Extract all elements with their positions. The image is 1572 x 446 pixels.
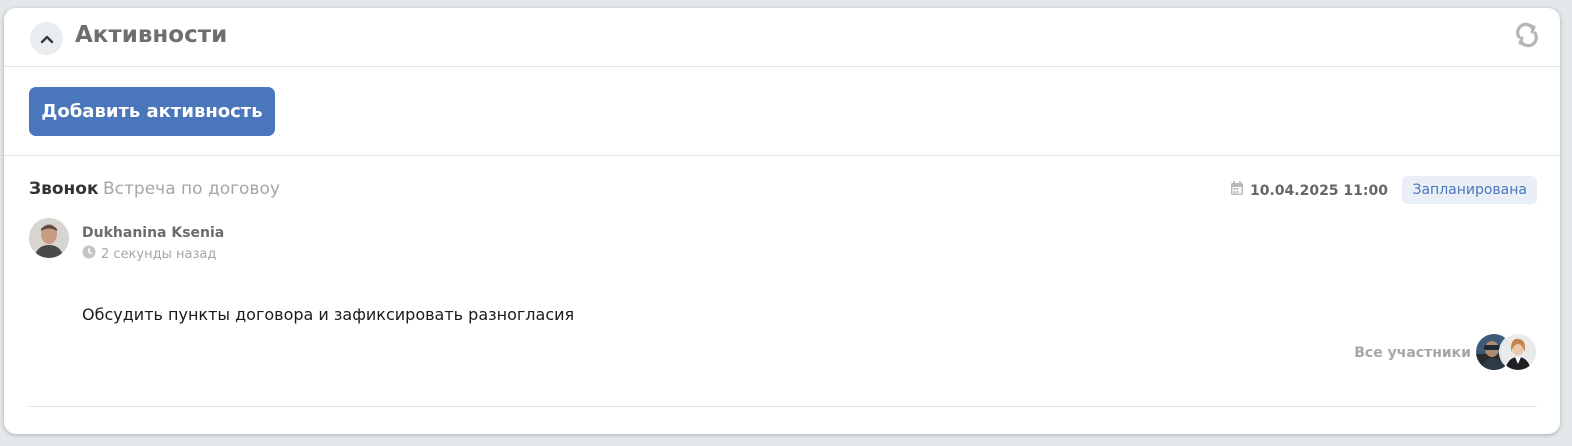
activity-item: Звонок Встреча по договоу 10.04.2025 11:…	[4, 156, 1560, 434]
activity-subject: Встреча по договоу	[103, 179, 280, 199]
activity-type: Звонок	[29, 179, 99, 199]
author-time-text: 2 секунды назад	[101, 247, 217, 262]
all-participants-link[interactable]: Все участники	[1354, 343, 1471, 363]
panel-toolbar: Добавить активность	[4, 67, 1560, 156]
refresh-button[interactable]	[1512, 22, 1542, 52]
panel-title: Активности	[75, 22, 228, 48]
author-time: 2 секунды назад	[82, 245, 216, 265]
participant-avatar[interactable]	[1499, 333, 1537, 371]
author-name[interactable]: Dukhanina Ksenia	[82, 224, 224, 242]
activity-date: 10.04.2025 11:00	[1230, 180, 1388, 202]
clock-icon	[82, 245, 96, 265]
divider	[29, 406, 1537, 407]
activity-description: Обсудить пункты договора и зафиксировать…	[82, 305, 575, 324]
collapse-button[interactable]	[30, 22, 63, 55]
calendar-icon	[1230, 180, 1244, 202]
refresh-icon	[1513, 21, 1541, 53]
status-badge: Запланирована	[1402, 176, 1537, 204]
activities-panel: Активности Добавить активность Звонок Вс…	[4, 8, 1560, 434]
activity-date-text: 10.04.2025 11:00	[1249, 183, 1388, 199]
participants-avatars[interactable]	[1475, 333, 1537, 371]
author-avatar[interactable]	[29, 218, 69, 258]
add-activity-button[interactable]: Добавить активность	[29, 87, 275, 136]
chevron-up-icon	[40, 29, 54, 48]
panel-header: Активности	[4, 8, 1560, 67]
